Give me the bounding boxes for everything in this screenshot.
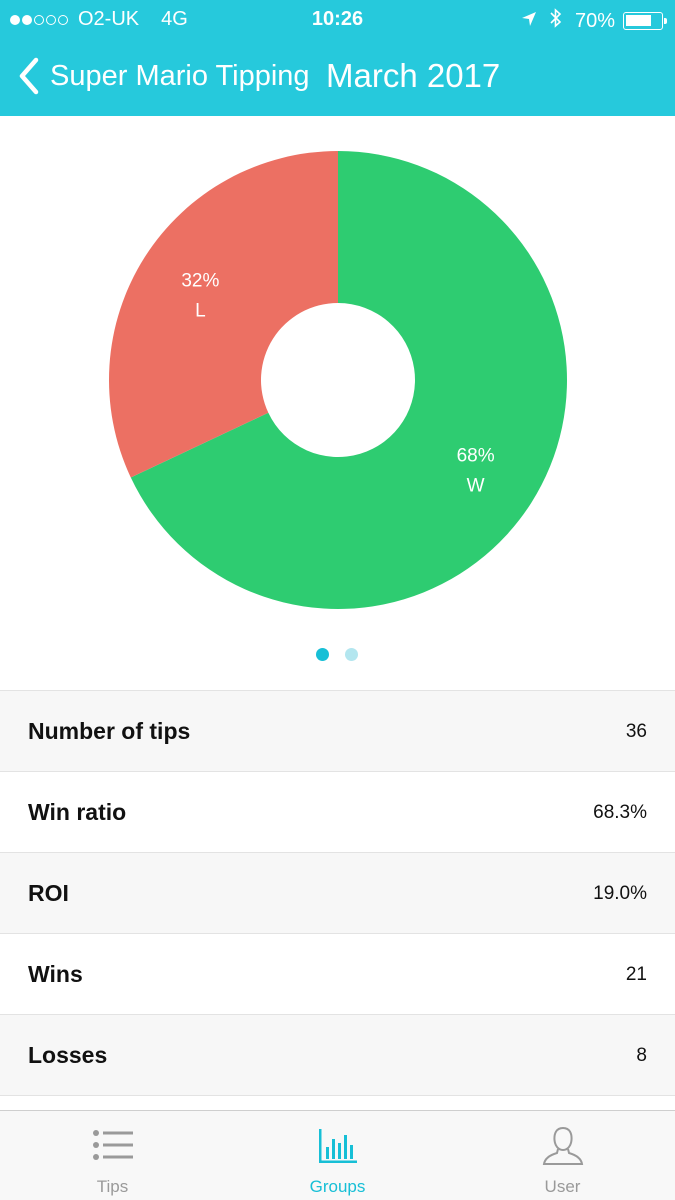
stat-value: 36 xyxy=(625,721,647,742)
tab-tips[interactable]: Tips xyxy=(0,1111,225,1200)
donut-svg: 68% W 32% L xyxy=(108,151,567,609)
nav-header: Super Mario Tipping March 2017 xyxy=(0,48,675,108)
stat-value: 21 xyxy=(625,964,647,985)
stat-label: Number of tips xyxy=(28,718,191,744)
stat-value: 68.3% xyxy=(593,802,647,823)
status-right: 70% xyxy=(521,8,667,34)
page-indicator[interactable] xyxy=(0,648,675,662)
tab-label: Tips xyxy=(96,1177,129,1196)
battery-percent: 70% xyxy=(574,9,615,32)
stat-label: ROI xyxy=(28,880,69,906)
tab-label: User xyxy=(544,1177,581,1196)
tab-label: Groups xyxy=(309,1177,366,1196)
stat-row-wins: Wins 21 xyxy=(0,934,675,1015)
tab-bar: Tips Groups User xyxy=(0,1110,675,1200)
battery-icon xyxy=(623,12,667,30)
tab-groups[interactable]: Groups xyxy=(225,1111,450,1200)
stat-row-losses: Losses 8 xyxy=(0,1015,675,1096)
bluetooth-icon xyxy=(549,8,563,34)
stat-value: 8 xyxy=(636,1045,647,1066)
stat-row-win-ratio: Win ratio 68.3% xyxy=(0,772,675,853)
win-loss-donut-chart[interactable]: 68% W 32% L xyxy=(0,116,675,640)
period-title: March 2017 xyxy=(326,57,501,94)
slice-percent-label: 32% xyxy=(181,271,219,292)
stats-list: Number of tips 36 Win ratio 68.3% ROI 19… xyxy=(0,690,675,1096)
user-icon xyxy=(542,1125,584,1167)
list-icon xyxy=(92,1125,134,1167)
app-screen: O2-UK 4G 10:26 70% Super Mario Tipping M… xyxy=(0,0,675,1200)
bar-chart-icon xyxy=(317,1125,359,1167)
slice-percent-label: 68% xyxy=(457,445,495,466)
location-arrow-icon xyxy=(521,10,537,33)
status-bar: O2-UK 4G 10:26 70% xyxy=(0,0,675,40)
stat-label: Losses xyxy=(28,1042,108,1068)
stat-label: Win ratio xyxy=(28,799,127,825)
page-dot-inactive[interactable] xyxy=(345,648,358,661)
donut-slice-l[interactable] xyxy=(108,151,339,478)
page-dot-active[interactable] xyxy=(316,648,329,661)
slice-category-label: W xyxy=(467,475,485,496)
back-chevron-icon[interactable] xyxy=(14,56,44,96)
tab-user[interactable]: User xyxy=(450,1111,675,1200)
stat-label: Wins xyxy=(28,961,83,987)
stat-row-roi: ROI 19.0% xyxy=(0,853,675,934)
group-name[interactable]: Super Mario Tipping xyxy=(50,60,310,93)
stat-value: 19.0% xyxy=(593,883,647,904)
top-bar: O2-UK 4G 10:26 70% Super Mario Tipping M… xyxy=(0,0,675,116)
slice-category-label: L xyxy=(195,301,206,322)
stat-row-number-of-tips: Number of tips 36 xyxy=(0,691,675,772)
